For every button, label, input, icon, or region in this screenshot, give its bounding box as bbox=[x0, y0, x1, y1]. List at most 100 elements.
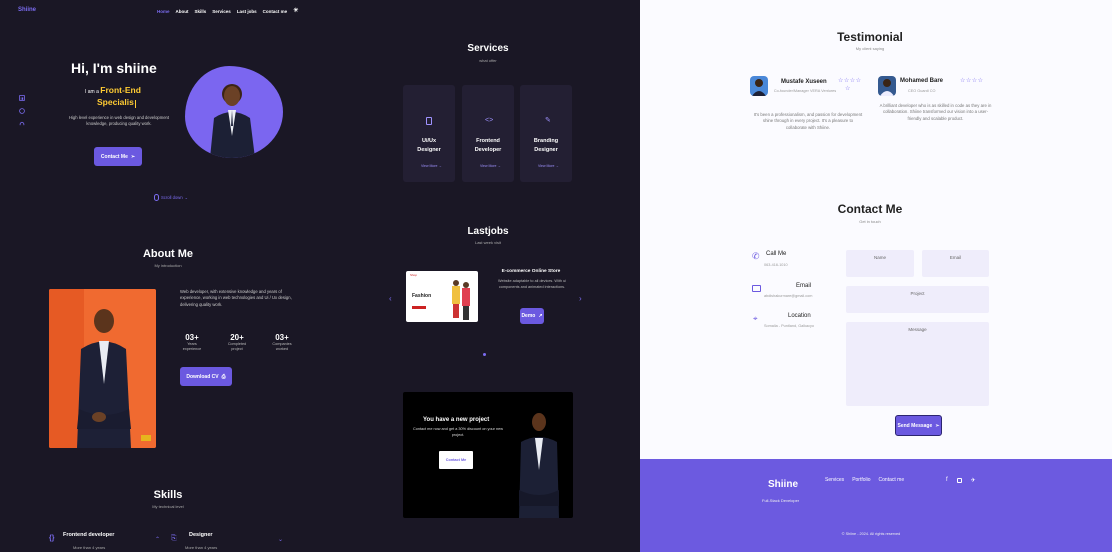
testimonial-card-2: Mohamed Bare ☆☆☆☆ CEO Guardi CO A brilli… bbox=[878, 76, 992, 121]
mail-icon bbox=[752, 285, 761, 292]
footer-copyright: © Shiine - 2024. All rights reserved bbox=[841, 532, 901, 536]
name-field[interactable]: Name bbox=[846, 250, 914, 277]
contact-email: Email abdishakurmare@gmail.com bbox=[750, 283, 850, 303]
hero-profile-image bbox=[185, 66, 283, 158]
send-message-button[interactable]: Send Message ➢ bbox=[895, 415, 942, 436]
left-column: Shiine Home About Skills Services Last j… bbox=[0, 0, 330, 552]
stars: ☆☆☆☆ bbox=[838, 78, 862, 84]
carousel-dot[interactable] bbox=[483, 353, 486, 356]
view-more-link[interactable]: View More → bbox=[480, 164, 501, 168]
nav-link-lastjobs[interactable]: Last jobs bbox=[237, 9, 257, 14]
nav-link-about[interactable]: About bbox=[176, 9, 189, 14]
footer: Shiine Full-Stack Developer Services Por… bbox=[640, 459, 1112, 552]
promo-title: You have a new project bbox=[423, 417, 490, 423]
facebook-icon[interactable]: f bbox=[946, 477, 948, 484]
testimonial-card-1: Mustafe Xuseen ☆☆☆☆ ☆ Co-founder/Manager… bbox=[750, 76, 862, 146]
twitter-icon[interactable]: ✈ bbox=[971, 477, 976, 484]
service-card-branding[interactable]: ✎ Branding Designer View More → bbox=[520, 85, 572, 182]
location-pin-icon: ⌖ bbox=[753, 314, 758, 323]
hero-greeting: Hi, I'm shiine bbox=[71, 60, 157, 76]
footer-social: f ✈ bbox=[946, 477, 976, 484]
send-icon: ➢ bbox=[935, 422, 940, 429]
design-icon: ⎘ bbox=[171, 535, 177, 542]
email-field[interactable]: Email bbox=[922, 250, 989, 277]
nav-link-contact[interactable]: Contact me bbox=[263, 9, 288, 14]
skills-subtitle: My technical level bbox=[152, 504, 184, 509]
nav-link-services[interactable]: Services bbox=[212, 9, 231, 14]
service-card-frontend[interactable]: <> Frontend Developer View More → bbox=[462, 85, 514, 182]
theme-toggle-icon[interactable]: ☀ bbox=[293, 8, 298, 14]
footer-link-services[interactable]: Services bbox=[825, 477, 844, 483]
promo-text: Contact me now and get a 30% discount on… bbox=[413, 427, 503, 437]
about-image bbox=[49, 289, 156, 448]
avatar bbox=[750, 76, 768, 96]
service-card-uiux[interactable]: Ui/Ux Designer View More → bbox=[403, 85, 455, 182]
skills-title: Skills bbox=[153, 489, 183, 501]
chevron-up-icon[interactable]: ⌃ bbox=[155, 536, 160, 543]
text-cursor bbox=[135, 99, 137, 108]
promo-contact-button[interactable]: Contact Me bbox=[439, 451, 473, 469]
code-icon: <> bbox=[485, 117, 494, 124]
project-description: Website adaptable to all devices. With u… bbox=[497, 279, 567, 289]
stat-experience: 03+ Years experience bbox=[182, 333, 202, 351]
about-stats: 03+ Years experience 20+ Completed proje… bbox=[177, 333, 297, 352]
ui-icon bbox=[426, 117, 432, 125]
middle-column: Services what offer Ui/Ux Designer View … bbox=[330, 0, 640, 552]
github-icon[interactable] bbox=[19, 121, 25, 127]
dribbble-icon[interactable] bbox=[19, 108, 25, 114]
thumb-logo: Shop bbox=[410, 273, 418, 277]
contact-location: ⌖ Location Somalia - Puntland, Galkacyo bbox=[753, 313, 815, 328]
instagram-icon[interactable] bbox=[956, 478, 962, 483]
right-column: Testimonial My client saying Mustafe Xus… bbox=[640, 0, 1112, 459]
skill-frontend[interactable]: {} Frontend developer More than 4 years … bbox=[49, 530, 163, 552]
promo-person-image bbox=[519, 413, 559, 518]
nav-logo[interactable]: Shiine bbox=[18, 7, 36, 13]
contact-title: Contact Me bbox=[837, 202, 903, 216]
nav-link-home[interactable]: Home bbox=[157, 9, 170, 14]
linkedin-icon[interactable] bbox=[19, 95, 25, 101]
footer-tagline: Full-Stack Developer bbox=[762, 498, 800, 503]
project-thumbnail: Shop Fashion bbox=[406, 271, 478, 322]
promo-banner: You have a new project Contact me now an… bbox=[403, 392, 573, 518]
hero-description: High level experience in web design and … bbox=[68, 115, 170, 127]
stat-projects: 20+ Completed project bbox=[227, 333, 247, 351]
about-subtitle: My introduction bbox=[154, 263, 182, 268]
carousel-next-icon[interactable]: › bbox=[579, 294, 582, 303]
braces-icon: {} bbox=[49, 535, 55, 542]
scroll-down-link[interactable]: Scroll down ⌄ bbox=[154, 194, 188, 201]
testimonial-subtitle: My client saying bbox=[855, 46, 885, 51]
project-field[interactable]: Project bbox=[846, 286, 989, 313]
stat-companies: 03+ Companies worked bbox=[272, 333, 292, 351]
nav-link-skills[interactable]: Skills bbox=[195, 9, 207, 14]
contact-me-button[interactable]: Contact Me ➢ bbox=[94, 147, 142, 166]
chevron-down-icon[interactable]: ⌄ bbox=[278, 536, 283, 543]
view-more-link[interactable]: View More → bbox=[538, 164, 559, 168]
pen-icon: ✎ bbox=[545, 117, 551, 124]
services-subtitle: what offer bbox=[479, 58, 497, 63]
view-more-link[interactable]: View More → bbox=[421, 164, 442, 168]
footer-link-contact[interactable]: Contact me bbox=[879, 477, 905, 483]
social-sidebar bbox=[19, 95, 25, 127]
skill-designer[interactable]: ⎘ Designer More than 4 years ⌄ bbox=[171, 530, 285, 552]
phone-icon: ✆ bbox=[752, 251, 760, 261]
hero-role-highlight-2: Specialis bbox=[97, 96, 134, 107]
lastjobs-title: Lastjobs bbox=[467, 226, 509, 237]
mouse-icon bbox=[154, 194, 159, 201]
services-title: Services bbox=[467, 43, 509, 54]
send-icon: ➢ bbox=[130, 153, 136, 160]
carousel-prev-icon[interactable]: ‹ bbox=[389, 294, 392, 303]
star-icon: ☆ bbox=[845, 86, 851, 92]
hero-role: I am a Front-End Specialis bbox=[85, 85, 141, 108]
footer-links: Services Portfolio Contact me bbox=[825, 477, 904, 483]
demo-button[interactable]: Demo ↗ bbox=[520, 308, 544, 324]
footer-link-portfolio[interactable]: Portfolio bbox=[852, 477, 870, 483]
hero-role-highlight-1: Front-End bbox=[100, 85, 141, 95]
download-cv-button[interactable]: Download CV ⎙ bbox=[180, 367, 232, 386]
download-icon: ⎙ bbox=[221, 373, 226, 380]
contact-call: ✆ Call Me 063-416-1010 bbox=[752, 251, 788, 267]
message-field[interactable]: Message bbox=[846, 322, 989, 406]
contact-subtitle: Get in touch bbox=[859, 219, 881, 224]
footer-logo[interactable]: Shiine bbox=[768, 479, 798, 490]
nav-bar: Home About Skills Services Last jobs Con… bbox=[157, 8, 298, 14]
project-title: E-commerce Online Store bbox=[501, 269, 561, 274]
